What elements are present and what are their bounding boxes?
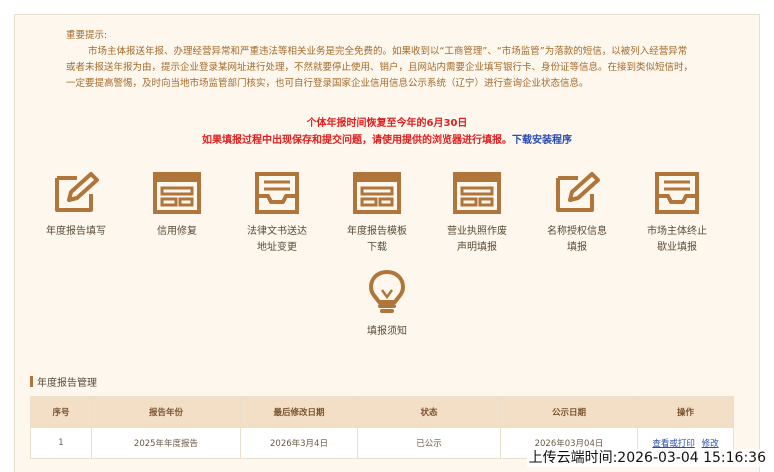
tile-name-authorization-info[interactable]: 名称授权信息 填报: [529, 170, 625, 256]
tile-label: 年度报告模板: [347, 226, 407, 237]
annual-report-deadline-alert: 个体年报时间恢复至今年的6月30日: [306, 118, 468, 129]
section-marker: [30, 376, 33, 387]
tile-label: 法律文书送达: [247, 226, 307, 237]
tile-label: 营业执照作废: [447, 226, 507, 237]
tile-legal-document-address-change[interactable]: 法律文书送达 地址变更: [229, 170, 325, 256]
edit-icon: [55, 172, 99, 212]
modify-link[interactable]: 修改: [702, 439, 719, 449]
edit-icon: [556, 172, 600, 212]
tile-label: 年度报告填写: [46, 226, 106, 237]
tile-label: 名称授权信息: [547, 226, 607, 237]
browser-alert: 如果填报过程中出现保存和提交问题，请使用提供的浏览器进行填报。下载安装程序: [0, 131, 774, 146]
form-icon: [153, 172, 201, 214]
table-header-row: 序号 报告年份 最后修改日期 状态 公示日期 操作: [30, 396, 734, 428]
tile-label-line2: 地址变更: [257, 242, 297, 253]
tile-label: 填报须知: [367, 326, 407, 337]
tile-label-line2: 下载: [367, 242, 387, 253]
form-icon: [453, 172, 501, 214]
header-actions: 操作: [637, 396, 734, 428]
browser-alert-text: 如果填报过程中出现保存和提交问题，请使用提供的浏览器进行填报。: [202, 135, 512, 146]
tile-filing-instructions[interactable]: 填报须知: [339, 268, 435, 340]
cell-no: 1: [30, 427, 92, 459]
header-last-modified: 最后修改日期: [240, 396, 358, 428]
tile-business-license-void-declaration[interactable]: 营业执照作废 声明填报: [429, 170, 525, 256]
view-print-link[interactable]: 查看或打印: [652, 439, 695, 449]
notice-body: 市场主体报送年报、办理经营异常和严重违法等相关业务是完全免费的。如果收到以“工商…: [66, 46, 694, 89]
tile-label: 信用修复: [157, 226, 197, 237]
section-annual-report-management: 年度报告管理: [30, 374, 97, 389]
tile-label: 市场主体终止: [647, 226, 707, 237]
download-installer-link[interactable]: 下载安装程序: [512, 135, 572, 146]
header-publish-date: 公示日期: [500, 396, 638, 428]
upload-timestamp: 上传云端时间:2026-03-04 15:16:36: [526, 449, 768, 467]
lightbulb-icon: [369, 270, 405, 313]
tray-icon: [655, 172, 699, 214]
tile-label-line2: 声明填报: [457, 242, 497, 253]
tile-market-entity-termination[interactable]: 市场主体终止 歇业填报: [629, 170, 725, 256]
section-title: 年度报告管理: [37, 378, 97, 389]
tray-icon: [255, 172, 299, 214]
tile-label-line2: 填报: [567, 242, 587, 253]
tile-annual-report-template-download[interactable]: 年度报告模板 下载: [329, 170, 425, 256]
cell-last-modified: 2026年3月4日: [240, 427, 358, 459]
cell-report-year: 2025年年度报告: [91, 427, 241, 459]
tile-label-line2: 歇业填报: [657, 242, 697, 253]
tile-annual-report-fill[interactable]: 年度报告填写: [28, 170, 124, 240]
header-status: 状态: [357, 396, 501, 428]
notice-heading: 重要提示:: [66, 30, 108, 41]
header-no: 序号: [30, 396, 92, 428]
form-icon: [353, 172, 401, 214]
important-notice: 重要提示: 市场主体报送年报、办理经营异常和严重违法等相关业务是完全免费的。如果…: [66, 28, 694, 92]
tile-credit-repair[interactable]: 信用修复: [129, 170, 225, 240]
cell-status: 已公示: [357, 427, 501, 459]
header-report-year: 报告年份: [91, 396, 241, 428]
